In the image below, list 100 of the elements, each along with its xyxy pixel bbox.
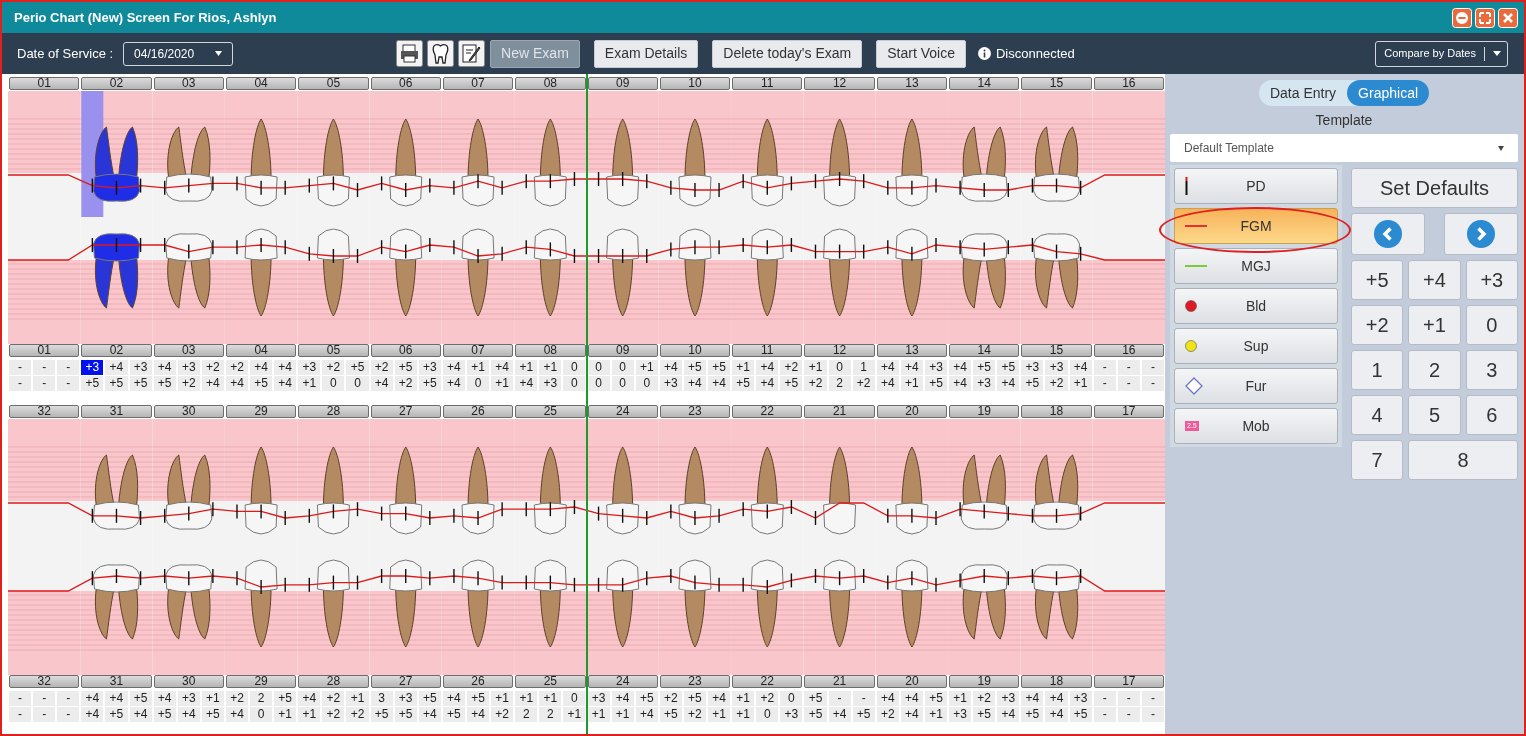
reading-cell[interactable]: - bbox=[57, 707, 80, 722]
reading-cell[interactable]: +2 bbox=[346, 707, 369, 722]
reading-cell[interactable]: - bbox=[1117, 376, 1140, 391]
reading-cell[interactable]: 0 bbox=[635, 376, 658, 391]
keypad-button[interactable]: +5 bbox=[1351, 260, 1404, 300]
reading-cell[interactable]: 2 bbox=[828, 376, 851, 391]
reading-cell[interactable]: - bbox=[57, 360, 80, 375]
keypad-button[interactable]: 7 bbox=[1351, 440, 1404, 480]
tooth-drawing[interactable] bbox=[316, 118, 350, 207]
tooth-column[interactable] bbox=[1020, 419, 1093, 675]
reading-cell[interactable]: +4 bbox=[250, 360, 273, 375]
reading-cell[interactable]: +2 bbox=[225, 360, 249, 375]
tooth-drawing[interactable] bbox=[461, 228, 495, 317]
reading-cell[interactable]: +5 bbox=[1021, 707, 1044, 722]
tooth-column[interactable] bbox=[152, 91, 226, 344]
reading-cell[interactable]: 0 bbox=[563, 360, 586, 375]
tooth-column[interactable] bbox=[513, 419, 587, 675]
keypad-button[interactable]: 8 bbox=[1408, 440, 1518, 480]
reading-cell[interactable]: 2 bbox=[250, 691, 273, 706]
reading-cell[interactable]: +1 bbox=[346, 691, 369, 706]
tool-button[interactable]: Bld bbox=[1174, 288, 1338, 324]
tooth-drawing[interactable] bbox=[165, 233, 213, 309]
reading-cell[interactable]: +4 bbox=[153, 691, 176, 706]
reading-cell[interactable]: +5 bbox=[394, 707, 417, 722]
reading-cell[interactable]: +5 bbox=[274, 691, 297, 706]
reading-cell[interactable]: - bbox=[1141, 691, 1164, 706]
reading-cell[interactable]: +2 bbox=[1045, 376, 1068, 391]
tooth-drawing[interactable] bbox=[92, 454, 140, 530]
reading-cell[interactable]: 0 bbox=[828, 360, 851, 375]
tooth-column[interactable] bbox=[441, 91, 515, 344]
tooth-drawing[interactable] bbox=[960, 233, 1008, 309]
reading-cell[interactable]: +4 bbox=[105, 691, 128, 706]
reading-cell[interactable]: +1 bbox=[298, 376, 321, 391]
view-tab[interactable]: Graphical bbox=[1347, 80, 1430, 106]
reading-cell[interactable]: +5 bbox=[442, 707, 465, 722]
reading-cell[interactable]: +5 bbox=[708, 360, 731, 375]
reading-cell[interactable]: +1 bbox=[274, 707, 297, 722]
reading-cell[interactable]: 0 bbox=[756, 707, 779, 722]
tooth-column[interactable] bbox=[947, 419, 1021, 675]
reading-cell[interactable]: +4 bbox=[177, 707, 200, 722]
reading-cell[interactable]: - bbox=[33, 360, 56, 375]
tooth-drawing[interactable] bbox=[461, 559, 495, 648]
reading-cell[interactable]: +1 bbox=[900, 376, 923, 391]
keypad-button[interactable]: 1 bbox=[1351, 350, 1404, 390]
tool-button[interactable]: Fur bbox=[1174, 368, 1338, 404]
set-defaults-button[interactable]: Set Defaults bbox=[1351, 168, 1518, 208]
reading-cell[interactable]: +4 bbox=[611, 691, 634, 706]
tooth-drawing[interactable] bbox=[92, 126, 140, 202]
reading-cell[interactable]: +2 bbox=[201, 360, 224, 375]
reading-cell[interactable]: +5 bbox=[852, 707, 875, 722]
reading-cell[interactable]: +4 bbox=[1021, 691, 1044, 706]
reading-cell[interactable]: +1 bbox=[732, 707, 755, 722]
reading-cell[interactable]: +2 bbox=[756, 691, 779, 706]
tooth-drawing[interactable] bbox=[389, 559, 423, 648]
reading-cell[interactable]: +4 bbox=[466, 707, 490, 722]
tooth-column[interactable] bbox=[803, 91, 877, 344]
reading-cell[interactable]: +5 bbox=[129, 376, 152, 391]
tooth-drawing[interactable] bbox=[165, 454, 213, 530]
keypad-button[interactable]: +1 bbox=[1408, 305, 1461, 345]
tooth-drawing[interactable] bbox=[244, 228, 278, 317]
reading-cell[interactable]: - bbox=[1117, 707, 1140, 722]
reading-cell[interactable]: +1 bbox=[515, 691, 538, 706]
reading-cell[interactable]: +2 bbox=[876, 707, 899, 722]
reading-cell[interactable]: - bbox=[1117, 691, 1140, 706]
tooth-drawing[interactable] bbox=[606, 559, 640, 648]
reading-cell[interactable]: +1 bbox=[1069, 376, 1092, 391]
reading-cell[interactable]: +3 bbox=[539, 376, 562, 391]
reading-cell[interactable]: +2 bbox=[659, 691, 682, 706]
reading-cell[interactable]: - bbox=[9, 360, 32, 375]
reading-cell[interactable]: - bbox=[57, 691, 80, 706]
tooth-drawing[interactable] bbox=[678, 228, 712, 317]
reading-cell[interactable]: 2 bbox=[515, 707, 538, 722]
tooth-drawing[interactable] bbox=[389, 446, 423, 535]
reading-cell[interactable]: - bbox=[1093, 691, 1116, 706]
reading-cell[interactable]: - bbox=[33, 707, 56, 722]
reading-cell[interactable]: +5 bbox=[129, 691, 152, 706]
tooth-column[interactable] bbox=[875, 419, 949, 675]
tooth-drawing[interactable] bbox=[1033, 564, 1081, 640]
reading-cell[interactable]: +4 bbox=[153, 360, 176, 375]
tooth-column[interactable] bbox=[658, 419, 732, 675]
reading-cell[interactable]: +5 bbox=[346, 360, 369, 375]
reading-cell[interactable]: +1 bbox=[539, 691, 562, 706]
tooth-drawing[interactable] bbox=[533, 118, 567, 207]
reading-cell[interactable]: +5 bbox=[153, 376, 176, 391]
reading-cell[interactable]: +3 bbox=[949, 707, 972, 722]
reading-cell[interactable]: +5 bbox=[201, 707, 224, 722]
keypad-button[interactable]: +3 bbox=[1465, 260, 1518, 300]
reading-cell[interactable]: - bbox=[852, 691, 875, 706]
tooth-drawing[interactable] bbox=[316, 446, 350, 535]
reading-cell[interactable]: +4 bbox=[949, 376, 972, 391]
reading-cell[interactable]: 0 bbox=[250, 707, 273, 722]
reading-cell[interactable]: +4 bbox=[225, 376, 249, 391]
tooth-column[interactable] bbox=[1020, 91, 1093, 344]
reading-cell[interactable]: +5 bbox=[924, 376, 948, 391]
tooth-column[interactable] bbox=[441, 419, 515, 675]
reading-cell[interactable]: +4 bbox=[225, 707, 249, 722]
reading-cell[interactable]: +4 bbox=[683, 376, 706, 391]
reading-cell[interactable]: +5 bbox=[370, 707, 393, 722]
reading-cell[interactable]: +5 bbox=[1021, 376, 1044, 391]
reading-cell[interactable]: +4 bbox=[274, 376, 297, 391]
